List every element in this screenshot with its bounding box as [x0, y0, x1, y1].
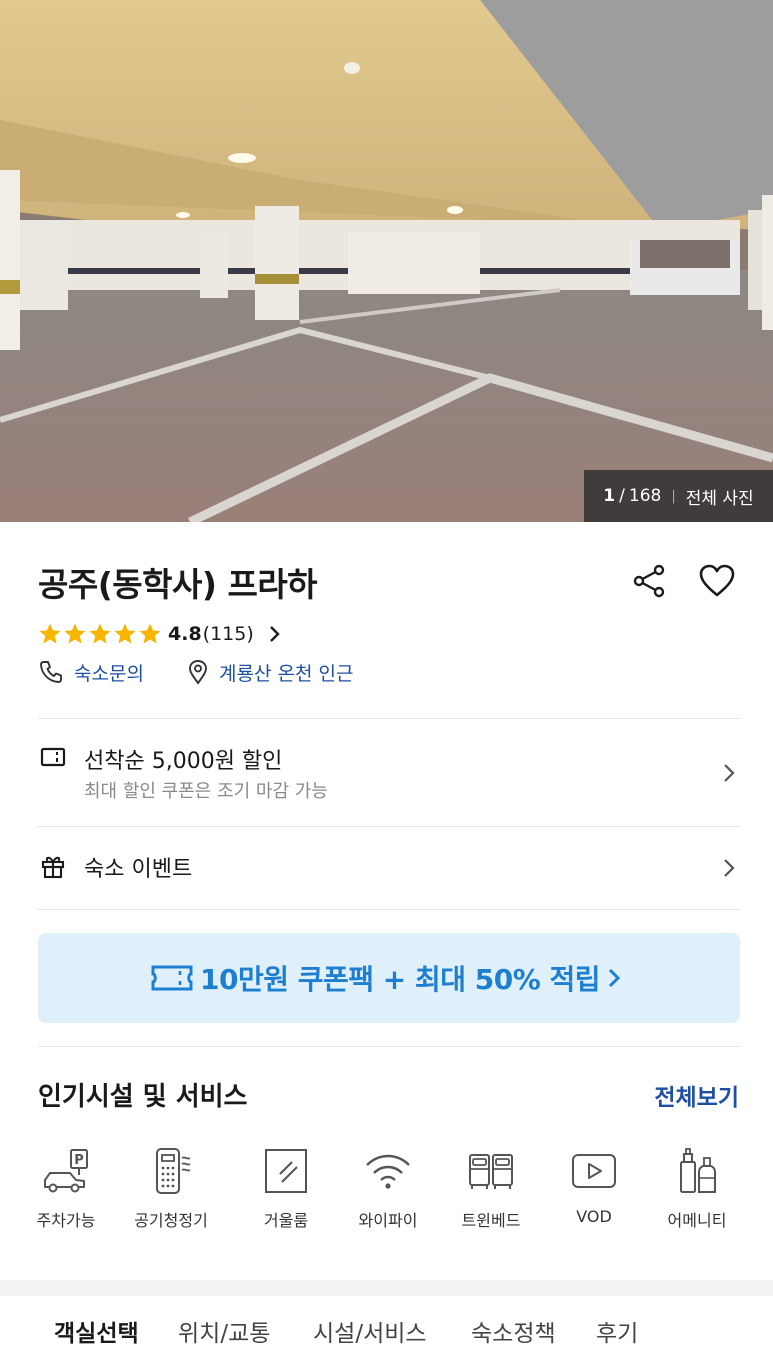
section-tab-bar: 객실선택 위치/교통 시설/서비스 숙소정책 후기 [0, 1296, 773, 1363]
amenity-item-parking: P 주차가능 [16, 1145, 116, 1231]
air-purifier-icon [156, 1148, 191, 1194]
inquiry-link[interactable]: 숙소문의 [38, 658, 144, 686]
inquiry-label: 숙소문의 [74, 662, 144, 685]
promo-text: 10만원 쿠폰팩 + 최대 50% 적립 [199, 963, 601, 996]
amenity-item-amenity-kit: 어메니티 [647, 1145, 747, 1231]
counter-divider: | [671, 488, 676, 504]
star-icon [64, 623, 86, 644]
heart-icon [699, 564, 735, 597]
chevron-right-icon [724, 859, 735, 877]
hero-photo-gallery[interactable]: 1 / 168 | 전체 사진 [0, 0, 773, 522]
chevron-right-icon [724, 764, 735, 782]
section-separator [0, 1280, 773, 1296]
amenity-label: 주차가능 [36, 1211, 96, 1230]
parking-garage-photo [0, 0, 773, 522]
amenity-label: 거울룸 [263, 1211, 309, 1230]
star-icon [39, 623, 61, 644]
tab-policy[interactable]: 숙소정책 [471, 1314, 556, 1348]
amenity-label: 어메니티 [667, 1211, 727, 1230]
share-icon [633, 564, 665, 598]
photo-counter[interactable]: 1 / 168 | 전체 사진 [584, 470, 773, 522]
amenity-item-wifi: 와이파이 [338, 1145, 438, 1231]
wishlist-button[interactable] [698, 563, 736, 599]
mirror-icon [265, 1149, 307, 1193]
coupon-row[interactable]: 선착순 5,000원 할인 최대 할인 쿠폰은 조기 마감 가능 [38, 719, 740, 826]
all-photos-label: 전체 사진 [685, 488, 754, 509]
coupon-pack-banner[interactable]: 10만원 쿠폰팩 + 최대 50% 적립 [38, 933, 740, 1023]
event-title: 숙소 이벤트 [84, 857, 193, 882]
coupon-title: 선착순 5,000원 할인 [84, 749, 283, 774]
location-pin-icon [189, 660, 207, 685]
location-link[interactable]: 계룡산 온천 인근 [187, 658, 353, 686]
amenity-label: 트윈베드 [461, 1211, 521, 1230]
divider [38, 1046, 740, 1047]
amenity-item-mirror-room: 거울룸 [236, 1145, 336, 1231]
amenity-label: 와이파이 [358, 1211, 418, 1230]
photo-total-count: 168 [628, 486, 662, 506]
star-rating [38, 622, 162, 646]
coupon-icon [40, 747, 66, 767]
property-title: 공주(동학사) 프라하 [38, 565, 318, 604]
tab-facilities[interactable]: 시설/서비스 [313, 1314, 427, 1348]
amenity-label: VOD [576, 1207, 612, 1226]
tab-location[interactable]: 위치/교통 [178, 1314, 270, 1348]
rating-summary[interactable]: 4.8 (115) [38, 620, 282, 648]
tab-room-select[interactable]: 객실선택 [54, 1314, 139, 1348]
phone-icon [40, 661, 62, 683]
star-icon [114, 623, 136, 644]
ticket-icon [151, 965, 193, 991]
amenity-item-air-purifier: 공기청정기 [121, 1145, 221, 1231]
divider [38, 909, 740, 910]
coupon-subtitle: 최대 할인 쿠폰은 조기 마감 가능 [84, 781, 328, 802]
svg-text:P: P [74, 1153, 84, 1168]
chevron-right-icon [608, 968, 621, 988]
amenity-item-vod: VOD [544, 1145, 644, 1226]
tab-reviews[interactable]: 후기 [596, 1314, 638, 1348]
see-all-link[interactable]: 전체보기 [654, 1078, 739, 1112]
facilities-title: 인기시설 및 서비스 [38, 1082, 248, 1112]
photo-index-separator: / [619, 486, 625, 506]
wifi-icon [366, 1154, 410, 1189]
star-icon [89, 623, 111, 644]
twin-bed-icon [469, 1154, 513, 1189]
review-count: (115) [202, 623, 254, 645]
location-label: 계룡산 온천 인근 [219, 662, 354, 685]
photo-current-index: 1 [603, 486, 616, 506]
vod-play-icon [572, 1154, 616, 1188]
share-button[interactable] [632, 563, 668, 599]
event-row[interactable]: 숙소 이벤트 [38, 827, 740, 909]
star-icon [139, 623, 161, 644]
amenity-list: P 주차가능 공기청정기 거울룸 와이파이 트윈베드 VOD 어메니티 [37, 1145, 748, 1235]
rating-score: 4.8 [168, 623, 202, 645]
amenity-bottles-icon [680, 1148, 716, 1193]
parking-car-icon: P [44, 1149, 88, 1193]
amenity-label: 공기청정기 [134, 1211, 208, 1230]
amenity-item-twin-bed: 트윈베드 [441, 1145, 541, 1231]
chevron-right-icon [269, 626, 280, 642]
gift-icon [41, 856, 65, 879]
